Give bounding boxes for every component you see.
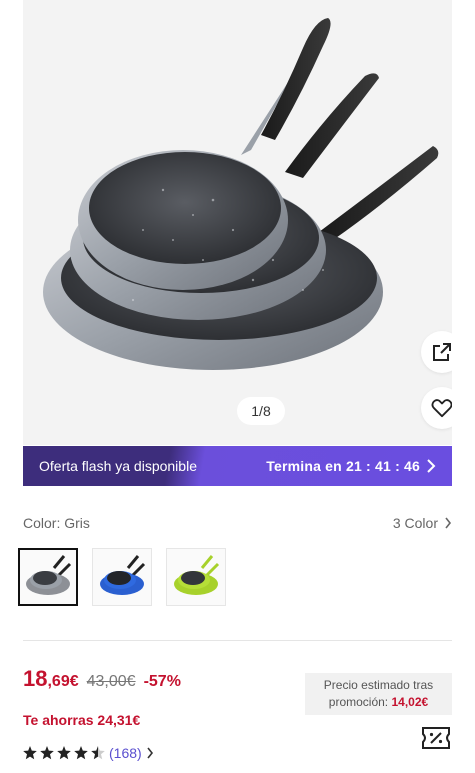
promo-value: 14,02€ [391,695,429,709]
promo-estimate-box[interactable]: Precio estimado tras promoción: 14,02€ [305,673,452,715]
promo-line-2: promoción: 14,02€ [328,695,429,709]
color-count-link[interactable]: 3 Color [393,515,452,531]
price-row: 18,69€ 43,00€ -57% [23,666,181,692]
pan-thumbnail [100,555,146,595]
pan-thumbnail [26,555,72,595]
color-count: 3 Color [392,515,438,531]
original-price: 43,00€ [86,673,136,690]
pan-thumbnail [174,555,220,595]
flash-sale-label: Oferta flash ya disponible [39,458,197,474]
star-rating [23,746,105,760]
flash-sale-banner[interactable]: Oferta flash ya disponible Termina en 21… [23,446,452,486]
color-selector-header: Color: Gris 3 Color [23,513,452,533]
chevron-right-icon [427,459,436,473]
countdown-text: Termina en 21 : 41 : 46 [266,458,420,474]
selected-color-label: Color: Gris [23,515,90,531]
discount-badge: -57% [143,673,181,690]
color-swatch-list [18,548,226,606]
rating-summary[interactable]: (168) [23,745,154,761]
color-swatch-azul[interactable] [92,548,152,606]
review-count: (168) [109,745,142,761]
current-price: 18,69€ [23,666,79,691]
savings-text: Te ahorras 24,31€ [23,712,141,728]
promo-line-1: Precio estimado tras [323,678,434,692]
stars-icon [23,746,105,760]
chevron-right-icon [445,517,452,529]
flash-sale-countdown: Termina en 21 : 41 : 46 [266,458,436,474]
color-swatch-gris[interactable] [18,548,78,606]
chevron-right-icon [147,747,153,759]
color-swatch-verde[interactable] [166,548,226,606]
product-image-gallery[interactable]: 1/8 [23,0,452,445]
heart-icon [431,399,452,418]
frying-pans-image [43,18,439,370]
external-link-icon [433,343,451,361]
image-counter: 1/8 [237,397,285,425]
section-divider [23,640,452,641]
coupon-icon[interactable] [421,725,451,751]
